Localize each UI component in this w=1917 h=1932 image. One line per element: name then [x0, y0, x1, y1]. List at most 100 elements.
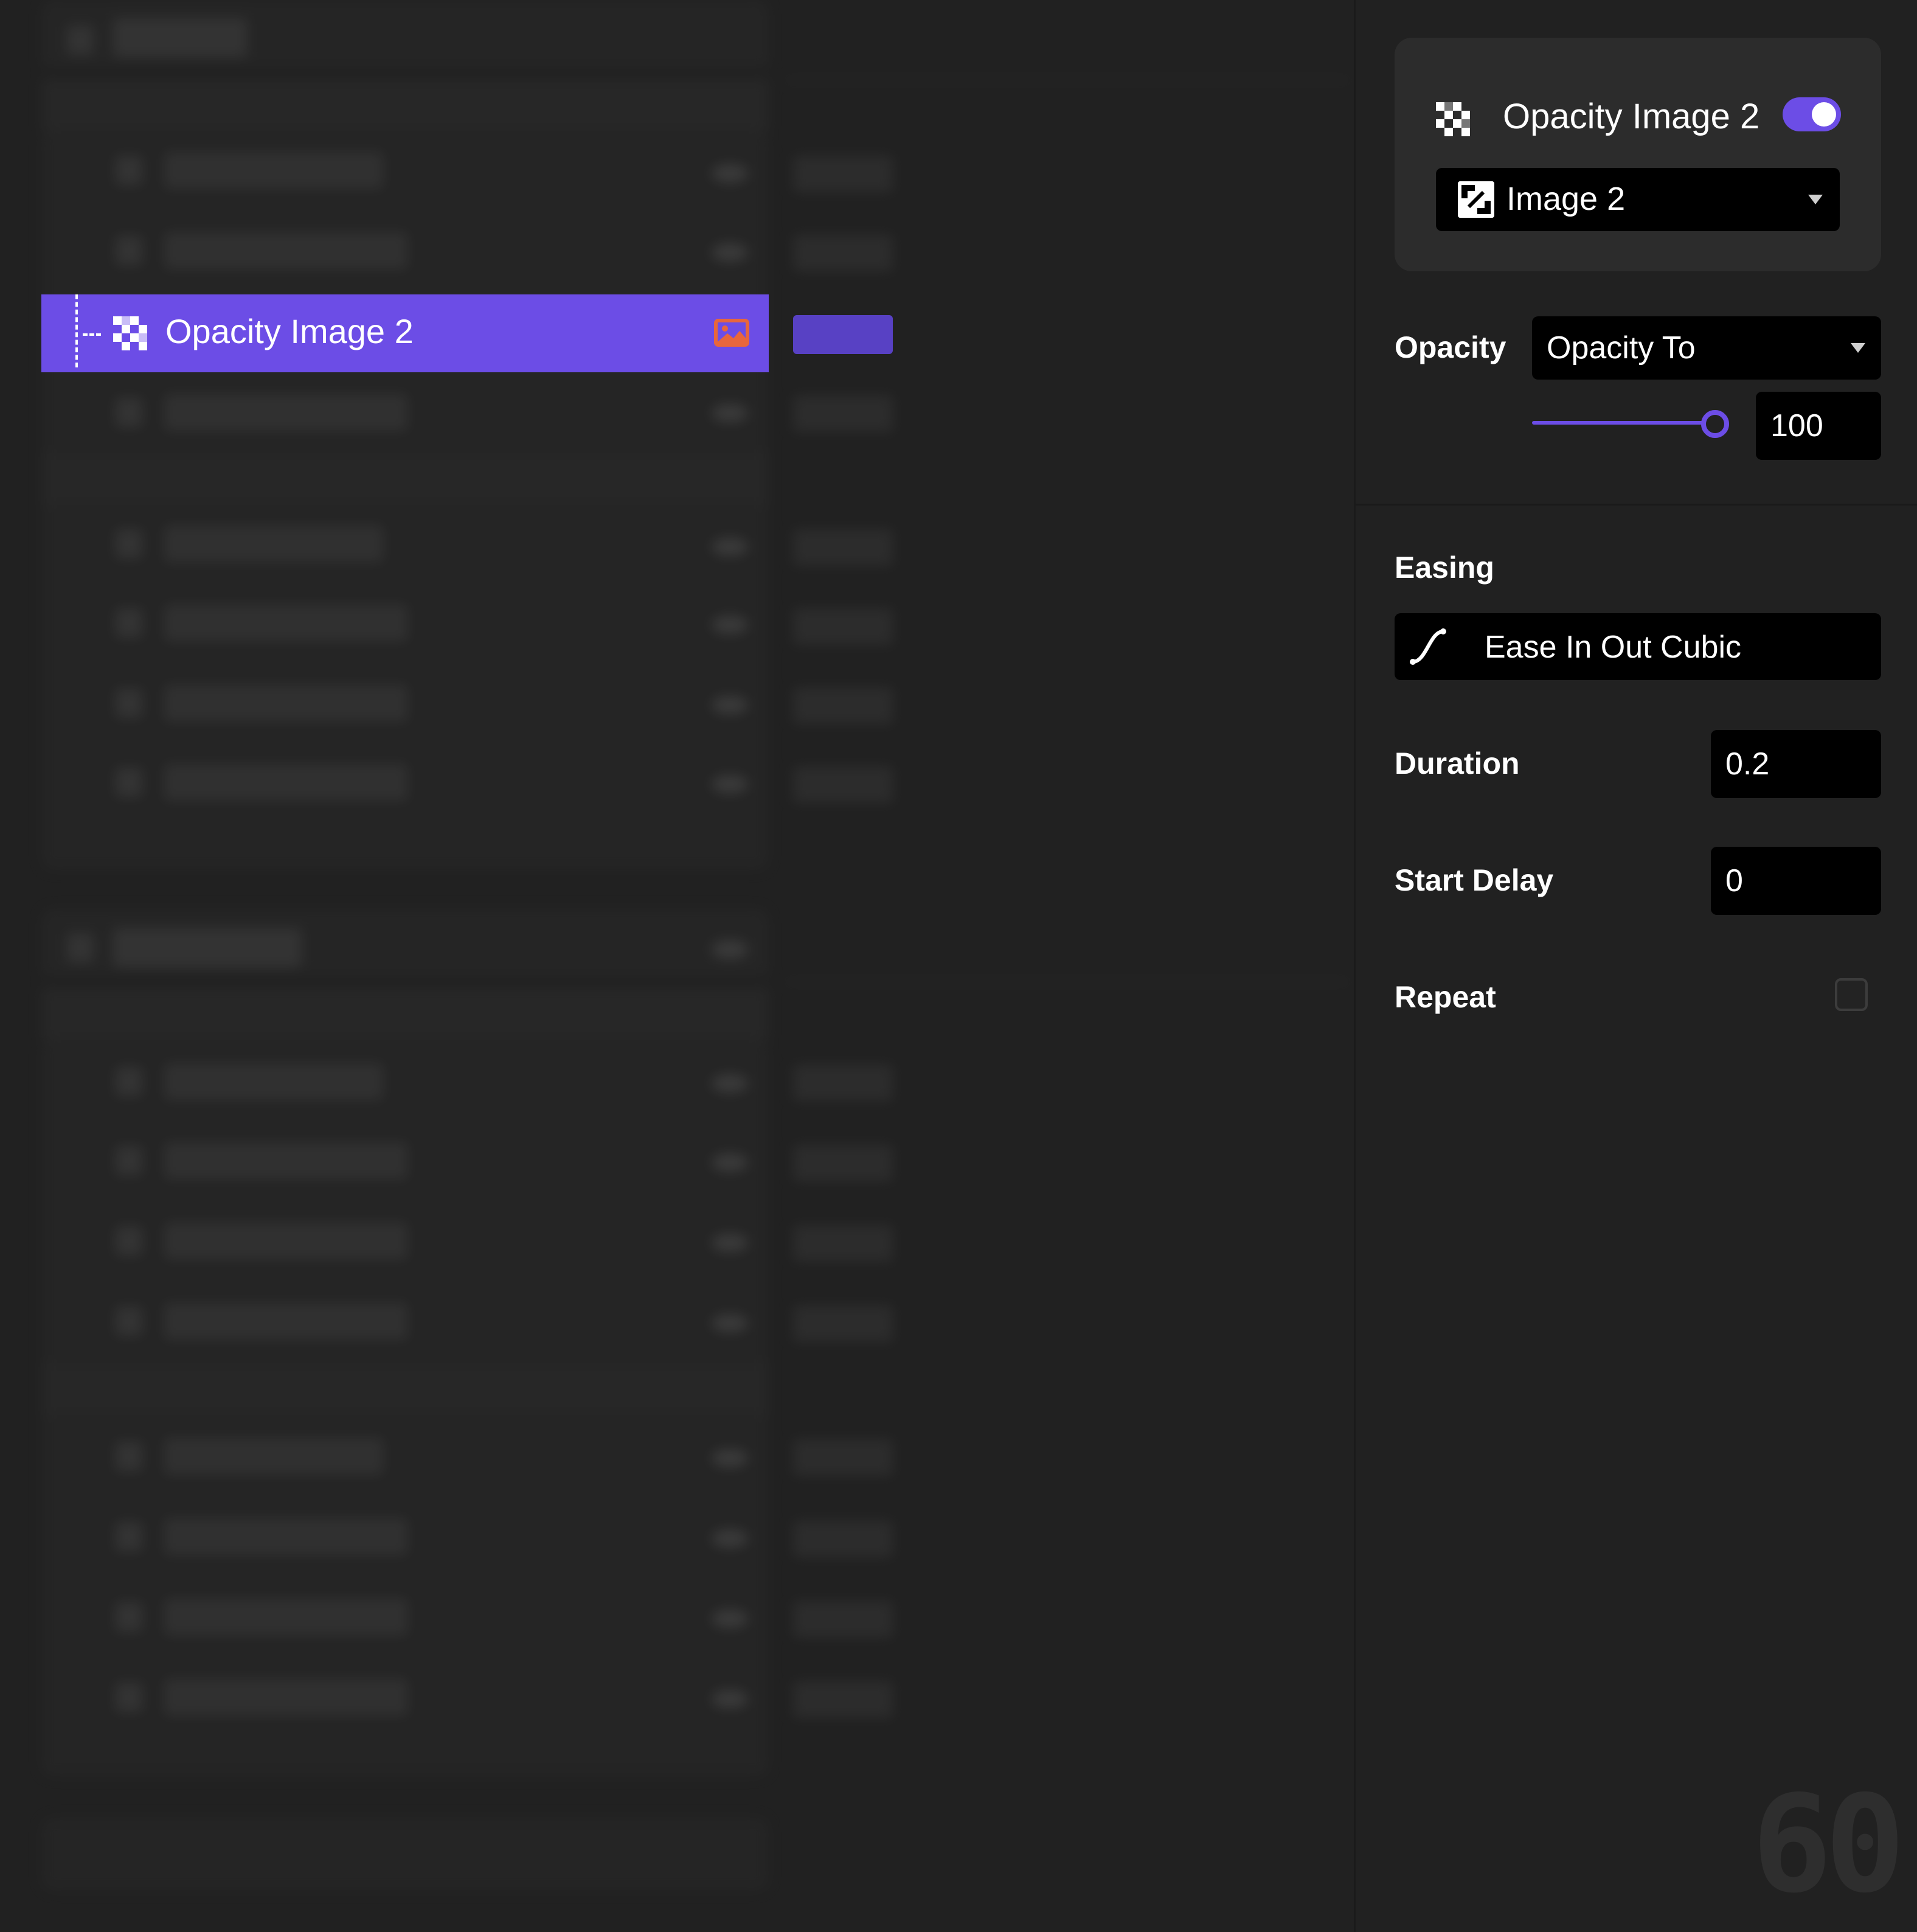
sub-header: [41, 79, 769, 131]
eye-icon: [712, 1074, 748, 1093]
timeline-bar: [793, 1305, 893, 1342]
trigger-title-placeholder: [113, 18, 247, 57]
row-label-placeholder: [164, 232, 407, 269]
row-label-placeholder: [164, 526, 383, 562]
row-label-placeholder: [164, 394, 407, 431]
tree-connector-branch: [83, 333, 101, 336]
opacity-label: Opacity: [1395, 330, 1506, 364]
start-delay-value: 0: [1725, 863, 1743, 898]
opacity-value: 100: [1770, 408, 1823, 443]
add-trigger-button[interactable]: [41, 1818, 769, 1891]
opacity-checker-icon: [113, 316, 147, 350]
row-icon: [116, 529, 142, 558]
eye-icon: [712, 940, 748, 959]
row-label-placeholder: [164, 1679, 407, 1715]
section-divider: [1356, 504, 1917, 506]
row-label-placeholder: [164, 1223, 407, 1259]
row-icon: [116, 1067, 142, 1096]
duration-input[interactable]: 0.2: [1711, 730, 1881, 798]
easing-value: Ease In Out Cubic: [1485, 630, 1741, 665]
chevron-down-icon: [1808, 195, 1823, 204]
eye-icon: [712, 1529, 748, 1548]
repeat-checkbox[interactable]: [1835, 978, 1868, 1011]
target-select-value: Image 2: [1506, 181, 1626, 217]
row-icon: [116, 1226, 142, 1256]
timeline-bar-selected[interactable]: [793, 315, 893, 354]
sub-header: [41, 1363, 769, 1415]
row-icon: [116, 1146, 142, 1175]
timeline-bar: [793, 235, 893, 271]
row-label-placeholder: [164, 1518, 407, 1555]
timeline-row-selected[interactable]: Opacity Image 2: [41, 294, 769, 372]
eye-icon: [712, 1690, 748, 1708]
image-icon: [1458, 181, 1494, 218]
action-title: Opacity Image 2: [1503, 97, 1760, 136]
row-label-placeholder: [164, 1438, 383, 1475]
opacity-checker-icon: [1436, 102, 1470, 136]
row-icon: [116, 1522, 142, 1551]
timeline-bar: [793, 156, 893, 192]
row-icon: [116, 689, 142, 718]
timeline-ruler: [785, 79, 1350, 82]
row-label-placeholder: [164, 605, 407, 641]
eye-icon: [712, 616, 748, 634]
start-delay-label: Start Delay: [1395, 863, 1554, 897]
action-enabled-toggle[interactable]: [1783, 97, 1841, 131]
row-label-placeholder: [164, 764, 407, 801]
sub-header: [41, 453, 769, 505]
timeline-bar: [793, 766, 893, 803]
toggle-knob: [1812, 102, 1836, 127]
timeline-bar: [793, 529, 893, 566]
opacity-mode-select[interactable]: Opacity To: [1532, 316, 1881, 380]
row-label-placeholder: [164, 1063, 383, 1100]
timeline-bar: [793, 395, 893, 432]
timeline-bar: [793, 687, 893, 724]
opacity-slider-thumb[interactable]: [1701, 410, 1729, 438]
target-select[interactable]: Image 2: [1436, 168, 1840, 231]
row-icon: [116, 156, 142, 185]
eye-icon: [712, 243, 748, 262]
eye-icon: [712, 164, 748, 182]
row-icon: [116, 1442, 142, 1471]
eye-icon: [712, 696, 748, 714]
image-target-icon: [714, 319, 749, 347]
timeline-bar: [793, 1681, 893, 1718]
easing-label: Easing: [1395, 551, 1494, 585]
eye-icon: [712, 1234, 748, 1252]
eye-icon: [712, 404, 748, 422]
timeline-bar: [793, 608, 893, 645]
row-icon: [116, 768, 142, 797]
row-label-placeholder: [164, 1599, 407, 1635]
timeline-bar: [793, 1065, 893, 1101]
easing-select[interactable]: Ease In Out Cubic: [1395, 613, 1881, 680]
eye-icon: [712, 1314, 748, 1332]
row-icon: [116, 1307, 142, 1336]
triggers-timeline-panel: Opacity Image 2: [0, 0, 1354, 1932]
sub-header: [41, 988, 769, 1040]
row-label-placeholder: [164, 152, 383, 189]
row-icon: [116, 1602, 142, 1631]
opacity-value-input[interactable]: 100: [1756, 392, 1881, 460]
opacity-mode-value: Opacity To: [1547, 330, 1696, 366]
trigger-icon: [67, 933, 94, 962]
action-card: Opacity Image 2 Image 2: [1395, 38, 1881, 271]
timeline-bar: [793, 1439, 893, 1476]
row-label-placeholder: [164, 1142, 407, 1179]
repeat-label: Repeat: [1395, 980, 1496, 1014]
eye-icon: [712, 538, 748, 556]
duration-value: 0.2: [1725, 746, 1770, 782]
row-label-placeholder: [164, 685, 407, 721]
timeline-bar: [793, 1145, 893, 1181]
opacity-slider-track[interactable]: [1532, 421, 1714, 425]
easing-curve-icon: [1410, 628, 1446, 665]
row-icon: [116, 608, 142, 638]
row-label-placeholder: [164, 1303, 407, 1340]
blurred-timeline-content: [0, 0, 1354, 1932]
timeline-bar: [793, 1601, 893, 1638]
timeline-bar: [793, 1521, 893, 1557]
start-delay-input[interactable]: 0: [1711, 847, 1881, 915]
fps-counter: 60: [1752, 1767, 1905, 1922]
eye-icon: [712, 1449, 748, 1467]
timeline-ruler: [785, 981, 1350, 983]
row-label: Opacity Image 2: [165, 312, 414, 350]
